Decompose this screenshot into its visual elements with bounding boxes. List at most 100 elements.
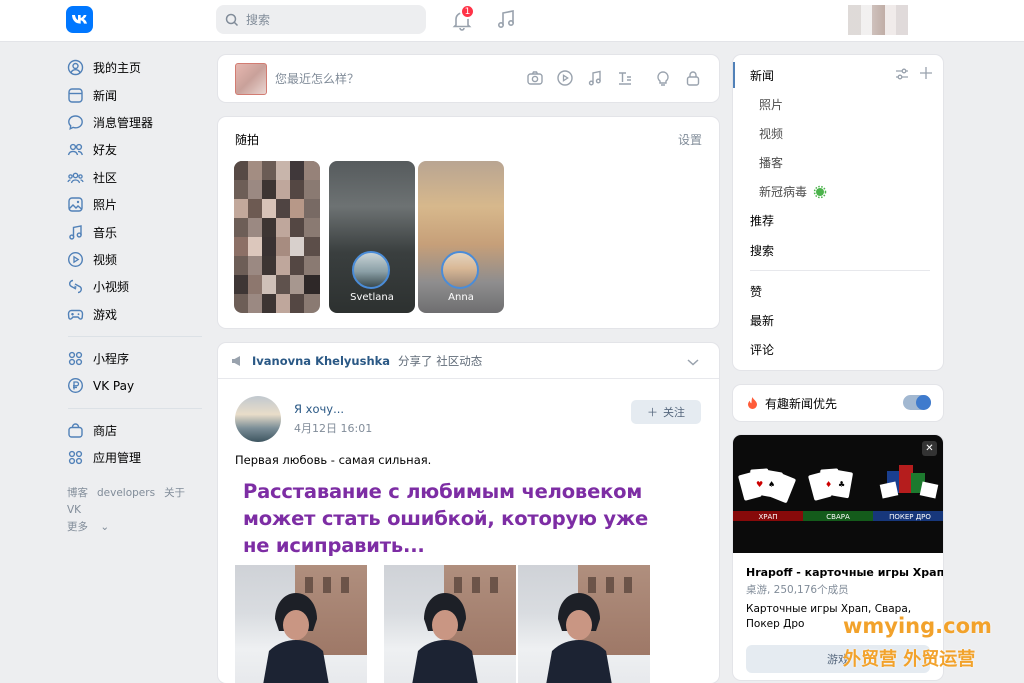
filter-videos[interactable]: 视频 [759,125,783,142]
sidebar-item-my-page[interactable]: 我的主页 [64,54,204,81]
search-input[interactable] [246,12,406,27]
article-icon[interactable] [616,69,634,87]
post-banner-text: Расставание с любимым человеком может ст… [243,480,649,557]
post-composer[interactable]: 您最近怎么样？ [218,55,719,102]
active-indicator [733,62,735,88]
sidebar-item-shop[interactable]: 商店 [64,417,204,444]
stories-settings-link[interactable]: 设置 [678,131,702,148]
stories-card: 随拍 设置 Svetlana Anna [218,117,719,328]
music-player-icon[interactable] [494,8,518,32]
sidebar-divider [68,407,202,409]
sidebar-divider [68,335,202,337]
sidebar-item-video[interactable]: 视频 [64,246,204,273]
footer-link-blog[interactable]: 博客 [67,487,88,499]
author-avatar[interactable] [235,396,281,442]
svg-text:♥: ♥ [756,480,763,489]
chevron-down-icon[interactable] [685,354,701,370]
story-item[interactable]: Anna [418,161,504,313]
follow-label: 关注 [663,406,685,419]
sidebar-item-vk-pay[interactable]: VK Pay [64,372,204,399]
story-avatar [441,251,479,289]
filter-latest[interactable]: 最新 [750,312,774,329]
stories-title: 随拍 [235,133,260,147]
camera-icon[interactable] [526,69,544,87]
music-note-icon[interactable] [586,69,604,87]
sidebar-item-label: 视频 [93,252,118,267]
news-filter-menu: 新闻 照片 视频 播客 新冠病毒 推荐 搜索 赞 最新 评论 [733,55,943,370]
sidebar-item-label: 好友 [93,143,118,158]
post-image[interactable] [384,565,516,683]
post-timestamp[interactable]: 4月12日 16:01 [294,420,372,436]
idea-bulb-icon[interactable] [654,69,672,87]
sidebar-item-games[interactable]: 游戏 [64,301,204,328]
sidebar-item-clips[interactable]: 小视频 [64,273,204,300]
apps-manage-icon [67,449,84,466]
filter-likes[interactable]: 赞 [750,283,762,300]
sidebar-item-news[interactable]: 新闻 [64,81,204,108]
search-box[interactable] [216,5,426,34]
search-icon [225,13,239,27]
filter-settings-icon[interactable] [895,67,909,81]
top-header: 1 [0,0,1024,42]
add-filter-icon[interactable] [919,66,933,80]
filter-podcasts[interactable]: 播客 [759,154,783,171]
filter-covid[interactable]: 新冠病毒 [759,183,827,200]
shared-by-name[interactable]: Ivanovna Khelyushka [252,354,390,368]
filter-covid-label: 新冠病毒 [759,185,808,199]
ad-label-svara: СВАРА [826,513,850,521]
filter-recommended[interactable]: 推荐 [750,212,774,229]
sidebar-item-label: 社区 [93,170,118,185]
vkpay-icon [67,377,84,394]
composer-tools [526,69,702,87]
news-icon [67,87,84,104]
sidebar-item-messenger[interactable]: 消息管理器 [64,109,204,136]
sidebar-item-music[interactable]: 音乐 [64,218,204,245]
clips-icon [67,278,84,295]
sidebar-item-label: 商店 [93,423,118,438]
sidebar-item-label: 消息管理器 [93,115,154,130]
sidebar-item-label: 照片 [93,198,118,213]
close-icon[interactable]: ✕ [922,441,937,456]
story-item[interactable]: Svetlana [329,161,415,313]
video-play-icon[interactable] [556,69,574,87]
post-image[interactable] [518,565,650,683]
sidebar-item-photos[interactable]: 照片 [64,191,204,218]
post-image[interactable] [235,565,367,683]
composer-input[interactable]: 您最近怎么样？ [275,70,359,87]
ad-image[interactable]: ♥ ♠ ♦ ♣ ХРАП СВАРА ПОКЕР ДРО ✕ [733,435,943,553]
follow-button[interactable]: ＋ 关注 [631,400,701,424]
photo-icon [67,196,84,213]
filter-comments[interactable]: 评论 [750,341,774,358]
footer-link-developers[interactable]: developers [97,487,155,499]
filter-photos[interactable]: 照片 [759,96,783,113]
post-author: Я хочу... 4月12日 16:01 [235,396,372,442]
sidebar-item-label: 小程序 [93,352,130,367]
ad-title[interactable]: Hrapoff - карточные игры Храп, ... [746,566,943,579]
sidebar-item-label: 游戏 [93,307,118,322]
plus-icon: ＋ [647,406,658,419]
post-text: Первая любовь - самая сильная. [235,453,432,467]
ad-subtitle: 桌游, 250,176个成员 [746,584,849,596]
interesting-first-toggle[interactable] [903,395,931,410]
shared-action: 分享了 社区动态 [398,353,483,368]
footer-link-more[interactable]: 更多 ⌄ [67,521,118,533]
apps-icon [67,350,84,367]
sidebar-item-app-management[interactable]: 应用管理 [64,444,204,471]
sidebar-item-community[interactable]: 社区 [64,164,204,191]
profile-menu[interactable] [848,4,948,36]
sidebar-item-label: 应用管理 [93,451,142,466]
sidebar-item-mini-apps[interactable]: 小程序 [64,345,204,372]
story-item[interactable] [234,161,320,313]
vk-logo[interactable] [66,6,93,33]
post-share-header: Ivanovna Khelyushka 分享了 社区动态 [218,343,719,379]
story-author-name: Svetlana [350,292,394,303]
ad-card[interactable]: ♥ ♠ ♦ ♣ ХРАП СВАРА ПОКЕР ДРО ✕ Hrapoff -… [733,435,943,680]
sidebar-item-label: 音乐 [93,225,118,240]
lock-icon[interactable] [684,69,702,87]
author-name[interactable]: Я хочу... [294,402,372,416]
sidebar-item-friends[interactable]: 好友 [64,136,204,163]
filter-search[interactable]: 搜索 [750,242,774,259]
fire-icon [746,396,759,410]
filter-news[interactable]: 新闻 [750,67,774,84]
community-icon [67,169,84,186]
